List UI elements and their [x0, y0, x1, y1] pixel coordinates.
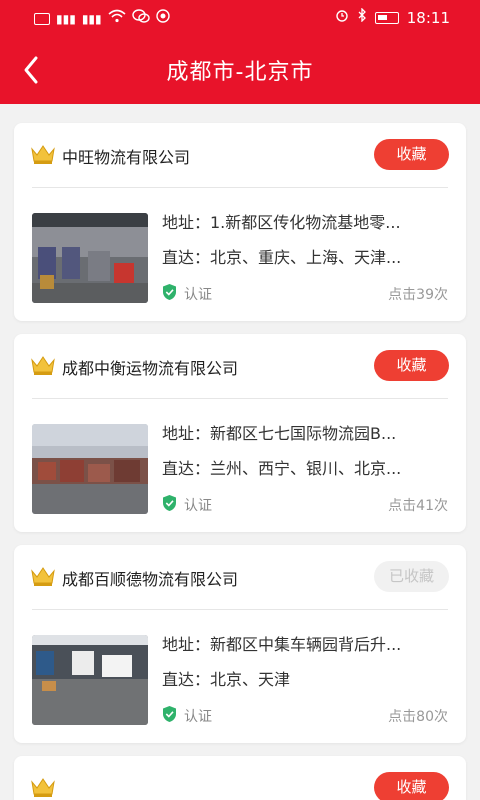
verified-label: 认证 [184, 709, 212, 725]
crown-icon [31, 145, 55, 164]
battery-icon [374, 11, 399, 24]
crown-icon [31, 567, 55, 586]
status-bar: ▮▮▮ ▮▮▮ 18:11 [0, 0, 480, 36]
company-name: 成都百顺德物流有限公司 [62, 570, 239, 589]
company-card[interactable]: 收藏 [14, 756, 466, 800]
favorite-button[interactable]: 收藏 [374, 350, 449, 381]
hd-icon [34, 12, 50, 25]
favorited-button[interactable]: 已收藏 [374, 561, 449, 592]
favorite-button[interactable]: 收藏 [374, 139, 449, 170]
company-list: 中旺物流有限公司 收藏 地址：1.新都区传化物流基地零... 直达：北京、重庆、… [14, 123, 466, 800]
company-photo [32, 424, 148, 514]
divider [32, 398, 448, 399]
direct-routes: 直达：北京、重庆、上海、天津... [162, 248, 402, 267]
company-name: 中旺物流有限公司 [62, 148, 191, 167]
app-icon [155, 9, 170, 28]
company-card[interactable]: 成都中衡运物流有限公司 收藏 地址：新都区七七国际物流园B... 直达：兰州、西… [14, 334, 466, 532]
signal-4g-icon: ▮▮▮ [56, 11, 76, 26]
divider [32, 187, 448, 188]
bluetooth-icon [357, 7, 367, 27]
verified-shield-icon [163, 495, 176, 511]
wechat-icon [131, 9, 150, 28]
crown-icon [31, 356, 55, 375]
company-address: 地址：1.新都区传化物流基地零... [162, 213, 401, 232]
direct-routes: 直达：北京、天津 [162, 670, 291, 689]
company-photo [32, 213, 148, 303]
click-count: 点击41次 [388, 498, 448, 514]
nav-bar: 成都市-北京市 [0, 36, 480, 104]
company-address: 地址：新都区中集车辆园背后升... [162, 635, 402, 654]
page-title: 成都市-北京市 [166, 60, 314, 85]
favorite-button[interactable]: 收藏 [374, 772, 449, 800]
verified-shield-icon [163, 284, 176, 300]
company-name: 成都中衡运物流有限公司 [62, 359, 239, 378]
company-photo [32, 635, 148, 725]
verified-label: 认证 [184, 498, 212, 514]
status-time: 18:11 [406, 8, 450, 27]
direct-routes: 直达：兰州、西宁、银川、北京... [162, 459, 402, 478]
divider [32, 609, 448, 610]
alarm-icon [335, 8, 349, 27]
company-address: 地址：新都区七七国际物流园B... [162, 424, 397, 443]
crown-icon [31, 778, 55, 797]
company-card[interactable]: 中旺物流有限公司 收藏 地址：1.新都区传化物流基地零... 直达：北京、重庆、… [14, 123, 466, 321]
verified-shield-icon [163, 706, 176, 722]
click-count: 点击39次 [388, 287, 448, 303]
wifi-icon [108, 9, 126, 28]
company-card[interactable]: 成都百顺德物流有限公司 已收藏 地址：新都区中集车辆园背后升... 直达：北京、… [14, 545, 466, 743]
signal-4g-icon: ▮▮▮ [81, 11, 102, 26]
click-count: 点击80次 [388, 709, 448, 725]
verified-label: 认证 [184, 287, 212, 303]
